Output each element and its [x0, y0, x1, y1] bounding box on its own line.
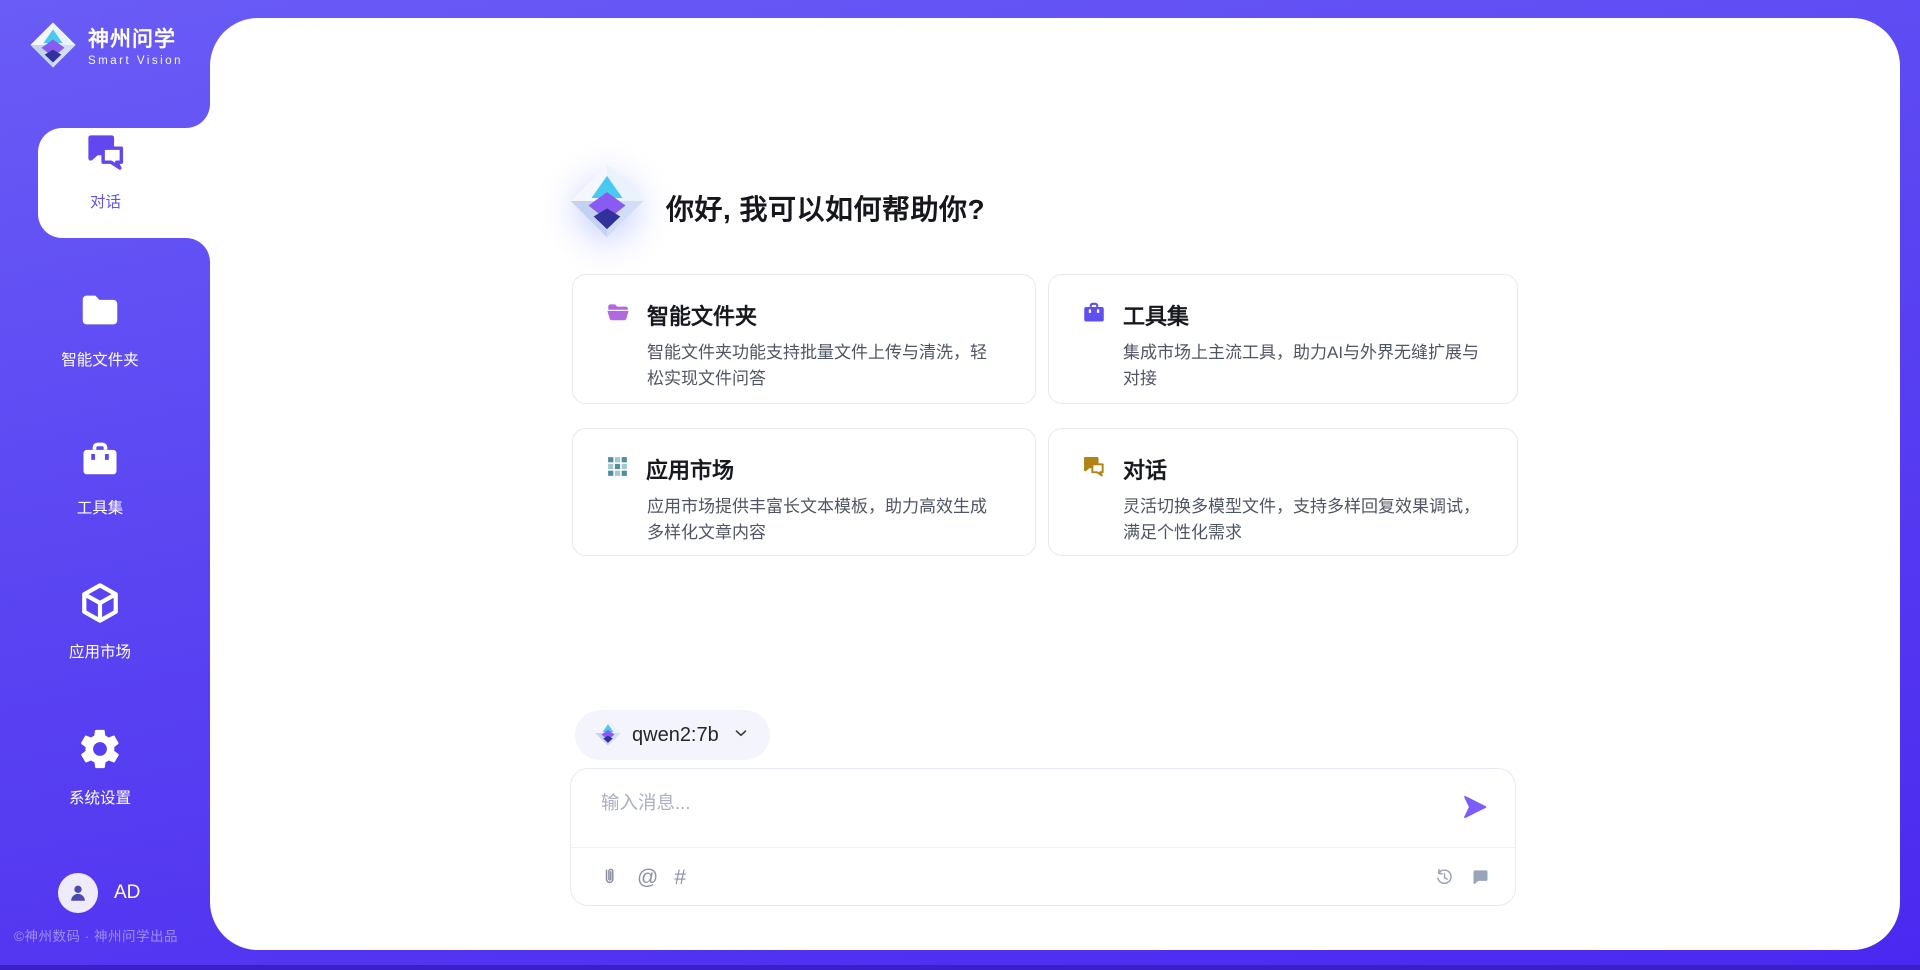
chat-icon [83, 130, 129, 181]
model-selector[interactable]: qwen2:7b [575, 710, 770, 760]
sidebar-item-toolset[interactable]: 工具集 [20, 438, 180, 518]
cube-icon [77, 580, 123, 631]
card-smart-folder[interactable]: 智能文件夹 智能文件夹功能支持批量文件上传与清洗，轻松实现文件问答 [572, 274, 1036, 404]
sidebar-item-chat[interactable]: 对话 [38, 130, 173, 212]
copyright-footer: ©神州数码 · 神州问学出品 [14, 925, 178, 945]
card-description: 智能文件夹功能支持批量文件上传与清洗，轻松实现文件问答 [647, 340, 1009, 391]
sidebar-item-label: 系统设置 [69, 786, 131, 808]
model-name: qwen2:7b [632, 724, 719, 747]
card-chat[interactable]: 对话 灵活切换多模型文件，支持多样回复效果调试，满足个性化需求 [1048, 428, 1518, 556]
toolbox-icon [1081, 300, 1107, 331]
card-app-market[interactable]: 应用市场 应用市场提供丰富长文本模板，助力高效生成多样化文章内容 [572, 428, 1036, 556]
card-description: 应用市场提供丰富长文本模板，助力高效生成多样化文章内容 [647, 494, 1009, 545]
at-icon[interactable]: @ [637, 867, 658, 888]
card-description: 灵活切换多模型文件，支持多样回复效果调试，满足个性化需求 [1123, 494, 1491, 545]
brand-diamond-icon [30, 22, 76, 73]
greeting-title: 你好, 我可以如何帮助你? [666, 188, 985, 228]
sidebar-item-smart-folder[interactable]: 智能文件夹 [20, 288, 180, 370]
app-window: 神州问学 Smart Vision 对话 智能文件夹 工具集 应用市场 [0, 0, 1920, 970]
chat-icon [1081, 454, 1107, 485]
avatar [58, 873, 98, 913]
sidebar-item-label: 工具集 [77, 496, 124, 518]
send-button[interactable] [1461, 793, 1489, 821]
card-title: 应用市场 [646, 453, 734, 485]
sidebar-item-label: 智能文件夹 [61, 348, 139, 370]
card-title: 对话 [1123, 453, 1167, 485]
window-bottom-edge [0, 965, 1920, 970]
sidebar-item-app-market[interactable]: 应用市场 [20, 580, 180, 662]
hash-icon[interactable]: # [674, 867, 686, 888]
chevron-down-icon [732, 724, 750, 747]
folder-open-icon [605, 300, 631, 331]
gear-icon [77, 726, 123, 777]
card-title: 工具集 [1123, 299, 1189, 331]
chat-bubble-icon[interactable] [1470, 867, 1491, 888]
card-description: 集成市场上主流工具，助力AI与外界无缝扩展与对接 [1123, 340, 1491, 391]
hero-diamond-icon [570, 164, 644, 243]
history-icon[interactable] [1434, 867, 1455, 888]
brand-name: 神州问学 [88, 28, 183, 51]
composer: @ # [570, 768, 1516, 906]
sidebar-item-label: 应用市场 [69, 640, 131, 662]
toolbox-icon [78, 438, 122, 487]
paperclip-icon[interactable] [599, 866, 621, 888]
sidebar-item-settings[interactable]: 系统设置 [20, 726, 180, 808]
model-diamond-icon [595, 720, 621, 751]
folder-icon [77, 288, 123, 339]
grid-icon [605, 454, 630, 484]
user-account[interactable]: AD [58, 873, 140, 913]
message-input[interactable] [599, 783, 1403, 823]
composer-divider [571, 847, 1515, 848]
user-initials: AD [114, 882, 140, 904]
card-toolset[interactable]: 工具集 集成市场上主流工具，助力AI与外界无缝扩展与对接 [1048, 274, 1518, 404]
brand-subtitle: Smart Vision [88, 55, 183, 67]
card-title: 智能文件夹 [647, 299, 757, 331]
sidebar-item-label: 对话 [90, 190, 121, 212]
brand-logo: 神州问学 Smart Vision [30, 22, 183, 73]
